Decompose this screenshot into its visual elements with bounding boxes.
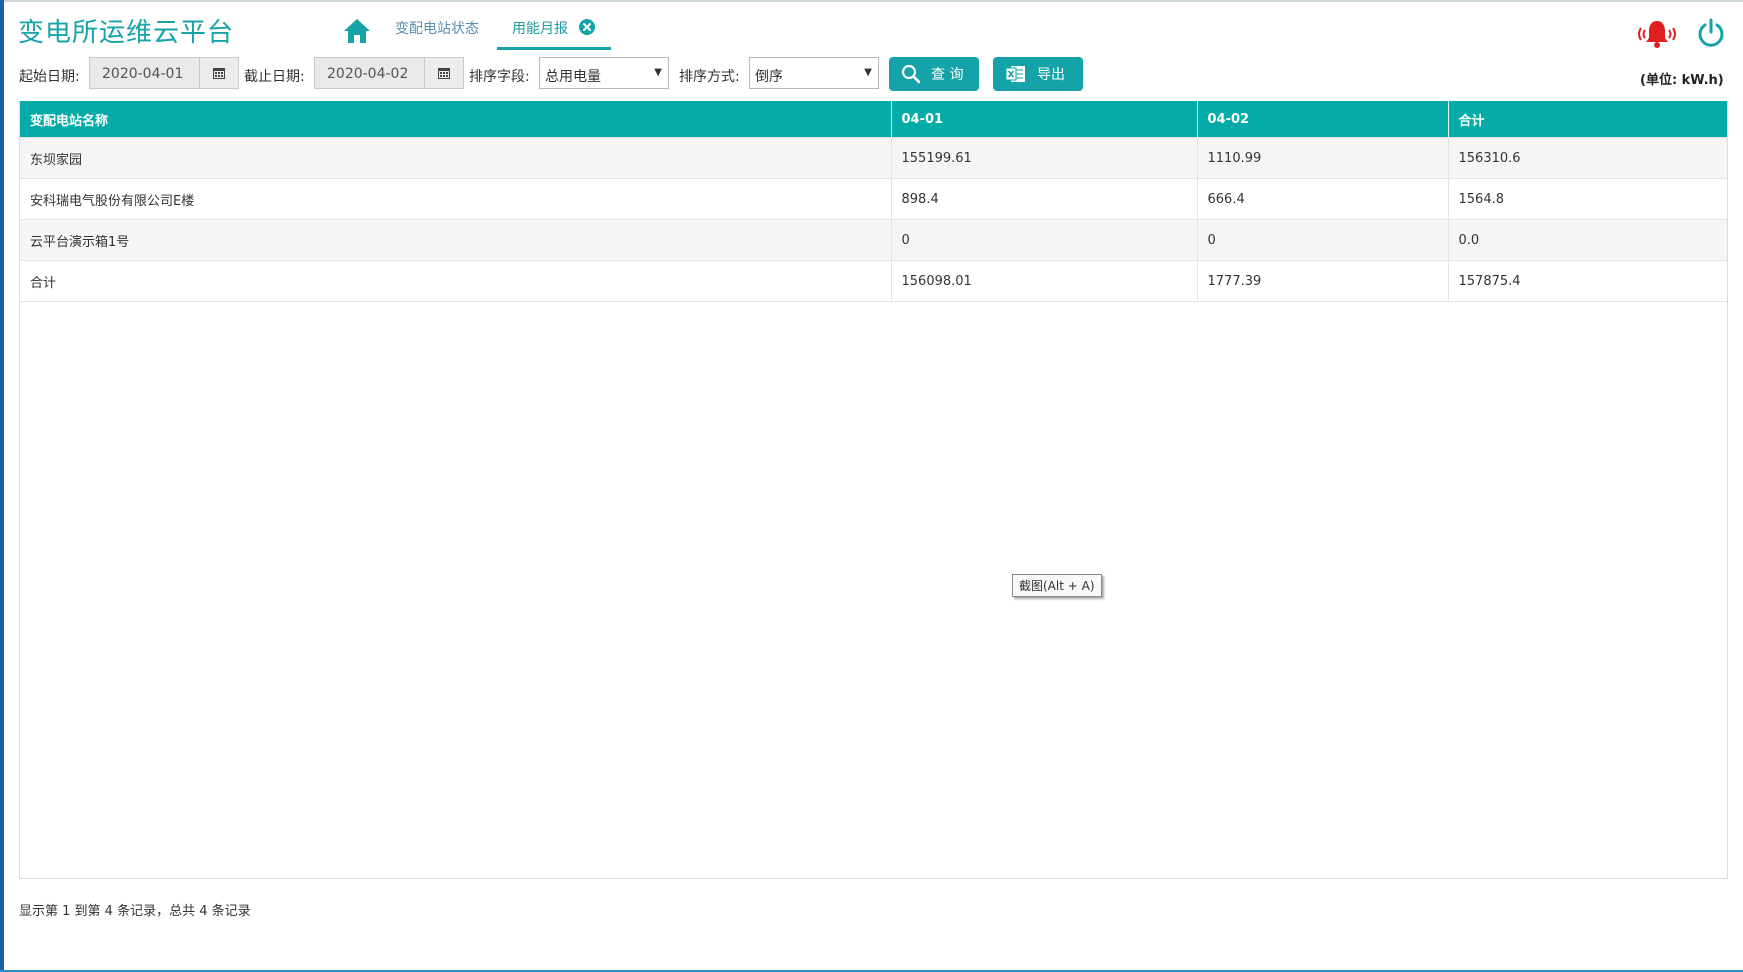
cell-value: 1777.39 xyxy=(1197,260,1449,302)
cell-value: 0 xyxy=(891,219,1198,261)
sort-order-select[interactable]: 倒序 ▼ xyxy=(749,57,879,89)
tab-station-status[interactable]: 变配电站状态 xyxy=(395,18,479,38)
left-edge-bar xyxy=(0,0,4,972)
cell-station-name: 合计 xyxy=(20,260,892,302)
start-date-field[interactable]: 2020-04-01 xyxy=(89,57,239,89)
close-icon[interactable] xyxy=(578,18,596,36)
cell-value: 898.4 xyxy=(891,178,1198,220)
table-total-row[interactable]: 合计 156098.01 1777.39 157875.4 xyxy=(20,260,1727,302)
sort-order-label: 排序方式: xyxy=(679,69,740,85)
power-icon[interactable] xyxy=(1696,18,1726,48)
end-date-value[interactable]: 2020-04-02 xyxy=(315,58,424,88)
cell-total: 0.0 xyxy=(1448,219,1727,261)
table-row[interactable]: 安科瑞电气股份有限公司E楼 898.4 666.4 1564.8 xyxy=(20,178,1727,220)
query-button[interactable]: 查 询 xyxy=(889,57,979,91)
app-title: 变电所运维云平台 xyxy=(18,18,235,48)
sort-field-label: 排序字段: xyxy=(469,69,530,85)
sort-field-value: 总用电量 xyxy=(545,69,601,85)
table-row[interactable]: 云平台演示箱1号 0 0 0.0 xyxy=(20,219,1727,261)
dropdown-arrow-icon: ▼ xyxy=(654,67,662,78)
active-tab-indicator xyxy=(497,47,611,50)
export-button[interactable]: 导出 xyxy=(993,57,1083,91)
dropdown-arrow-icon: ▼ xyxy=(864,67,872,78)
top-border xyxy=(0,0,1743,2)
cell-value: 666.4 xyxy=(1197,178,1449,220)
cell-station-name: 安科瑞电气股份有限公司E楼 xyxy=(20,178,892,220)
screenshot-tooltip: 截图(Alt + A) xyxy=(1012,574,1102,597)
end-date-label: 截止日期: xyxy=(244,69,305,85)
home-icon[interactable] xyxy=(342,16,372,46)
cell-station-name: 东坝家园 xyxy=(20,137,892,179)
cell-total: 156310.6 xyxy=(1448,137,1727,179)
cell-station-name: 云平台演示箱1号 xyxy=(20,219,892,261)
export-button-label: 导出 xyxy=(1037,67,1065,83)
cell-value: 1110.99 xyxy=(1197,137,1449,179)
calendar-icon[interactable] xyxy=(424,58,463,88)
column-header-0401[interactable]: 04-01 xyxy=(891,101,1198,138)
cell-total: 157875.4 xyxy=(1448,260,1727,302)
query-button-label: 查 询 xyxy=(931,67,964,83)
table-header-row: 变配电站名称 04-01 04-02 合计 xyxy=(20,101,1727,138)
report-table: 变配电站名称 04-01 04-02 合计 东坝家园 155199.61 111… xyxy=(20,101,1727,302)
calendar-icon[interactable] xyxy=(199,58,238,88)
cell-value: 155199.61 xyxy=(891,137,1198,179)
start-date-label: 起始日期: xyxy=(19,69,80,85)
end-date-field[interactable]: 2020-04-02 xyxy=(314,57,464,89)
cell-value: 156098.01 xyxy=(891,260,1198,302)
start-date-value[interactable]: 2020-04-01 xyxy=(90,58,199,88)
sort-order-value: 倒序 xyxy=(755,69,783,85)
table-bottom-border xyxy=(20,301,1727,302)
column-header-station-name[interactable]: 变配电站名称 xyxy=(20,101,892,138)
search-icon xyxy=(901,64,921,84)
sort-field-select[interactable]: 总用电量 ▼ xyxy=(539,57,669,89)
column-header-total[interactable]: 合计 xyxy=(1448,101,1727,138)
cell-value: 0 xyxy=(1197,219,1449,261)
column-header-0402[interactable]: 04-02 xyxy=(1197,101,1449,138)
table-row[interactable]: 东坝家园 155199.61 1110.99 156310.6 xyxy=(20,137,1727,179)
alarm-bell-icon[interactable] xyxy=(1633,18,1681,50)
unit-label: (单位: kW.h) xyxy=(1640,73,1724,88)
tab-monthly-report[interactable]: 用能月报 xyxy=(512,18,568,38)
excel-icon xyxy=(1005,64,1027,84)
pagination-summary: 显示第 1 到第 4 条记录，总共 4 条记录 xyxy=(19,904,251,919)
cell-total: 1564.8 xyxy=(1448,178,1727,220)
report-table-container: 变配电站名称 04-01 04-02 合计 东坝家园 155199.61 111… xyxy=(19,101,1728,879)
